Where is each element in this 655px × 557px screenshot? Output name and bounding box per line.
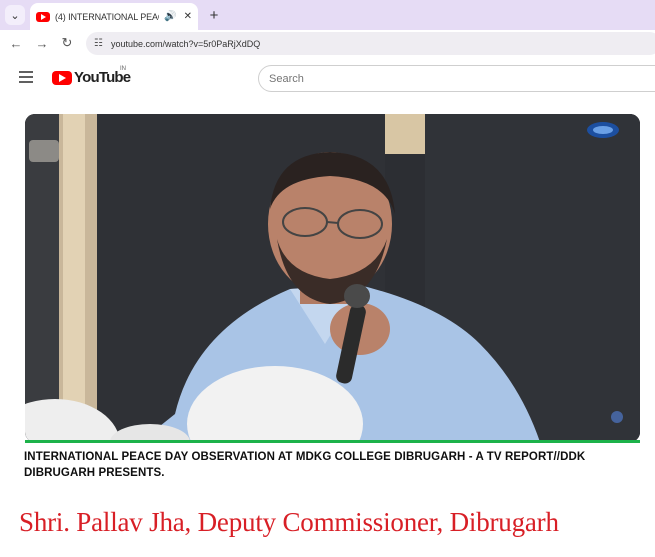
reload-button[interactable]: ↻ (58, 34, 76, 52)
corner-logo-icon (611, 411, 623, 423)
video-frame (25, 114, 640, 442)
region-code: IN (120, 66, 126, 72)
forward-button[interactable]: → (33, 34, 51, 52)
site-info-icon[interactable]: ☷ (94, 38, 103, 49)
back-button[interactable]: ← (7, 34, 25, 52)
browser-tab-strip: ⌄ (4) INTERNATIONAL PEACE 🔊 ✕ + (0, 0, 655, 30)
browser-tab-active[interactable]: (4) INTERNATIONAL PEACE 🔊 ✕ (30, 3, 198, 30)
browser-toolbar: ← → ↻ ☷ youtube.com/watch?v=5r0PaRjXdDQ (0, 30, 655, 57)
speaker-icon[interactable]: 🔊 (164, 11, 176, 22)
url-text: youtube.com/watch?v=5r0PaRjXdDQ (110, 38, 261, 49)
speaker-caption: Shri. Pallav Jha, Deputy Commissioner, D… (19, 507, 559, 537)
dd-logo-icon (587, 122, 619, 138)
close-tab-icon[interactable]: ✕ (184, 11, 192, 22)
video-progress-fill (25, 440, 640, 443)
video-player[interactable] (25, 114, 640, 442)
youtube-header: YouTube IN (0, 57, 655, 105)
search-input[interactable] (269, 72, 655, 85)
search-box[interactable] (258, 65, 655, 92)
video-progress-bar[interactable] (25, 440, 640, 443)
new-tab-button[interactable]: + (204, 5, 224, 25)
tab-title: (4) INTERNATIONAL PEACE (55, 11, 160, 22)
youtube-logo[interactable]: YouTube (52, 69, 131, 86)
hamburger-menu-icon[interactable] (19, 71, 33, 83)
youtube-favicon-icon (36, 11, 50, 22)
address-bar[interactable]: ☷ youtube.com/watch?v=5r0PaRjXdDQ (86, 32, 655, 55)
video-title: INTERNATIONAL PEACE DAY OBSERVATION AT M… (24, 451, 586, 479)
tab-search-dropdown-icon[interactable]: ⌄ (5, 5, 25, 25)
youtube-play-icon (52, 70, 72, 85)
